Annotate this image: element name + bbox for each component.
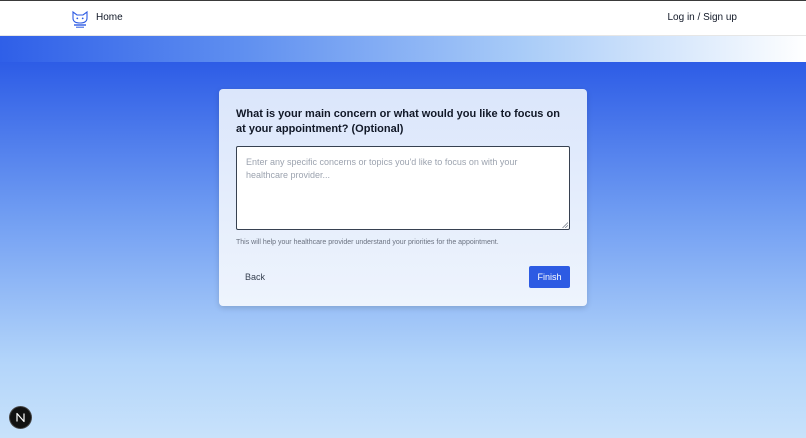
question-title: What is your main concern or what would …: [236, 108, 560, 135]
concern-textarea[interactable]: [236, 146, 570, 230]
back-button[interactable]: Back: [236, 266, 276, 288]
cat-logo-icon[interactable]: [70, 9, 90, 29]
navbar: Home Log in / Sign up: [0, 1, 806, 36]
hero-gradient-band: [0, 36, 806, 62]
question-card: What is your main concern or what would …: [219, 89, 587, 306]
nextjs-dev-badge[interactable]: [10, 407, 31, 428]
resize-handle-icon[interactable]: [562, 222, 568, 228]
nav-home-link[interactable]: Home: [96, 12, 123, 23]
finish-button[interactable]: Finish: [529, 266, 570, 288]
nextjs-n-icon: [16, 412, 25, 423]
login-signup-link[interactable]: Log in / Sign up: [668, 12, 738, 23]
helper-text: This will help your healthcare provider …: [236, 239, 499, 246]
